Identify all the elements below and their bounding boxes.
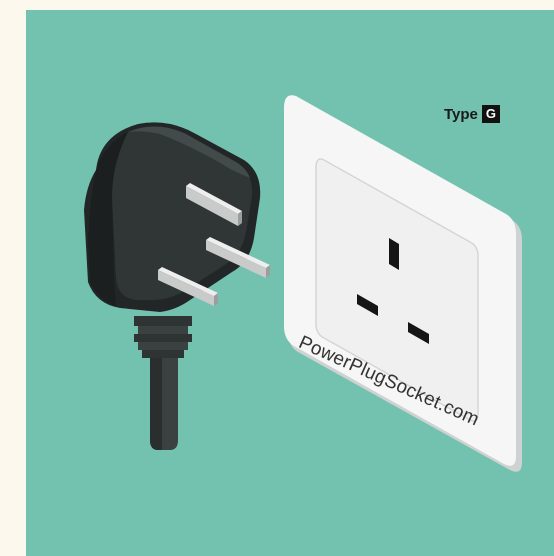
plug-socket-illustration (84, 95, 522, 472)
plug-type-label: Type G (444, 104, 500, 124)
plug-icon (84, 122, 270, 450)
illustration-panel: Type G PowerPlugSocket.com (26, 10, 554, 556)
page-frame: Type G PowerPlugSocket.com (0, 0, 554, 556)
plug-type-prefix: Type (444, 105, 478, 123)
socket-icon (284, 95, 522, 472)
strain-relief (134, 316, 192, 358)
plug-type-letter-badge: G (481, 105, 500, 123)
